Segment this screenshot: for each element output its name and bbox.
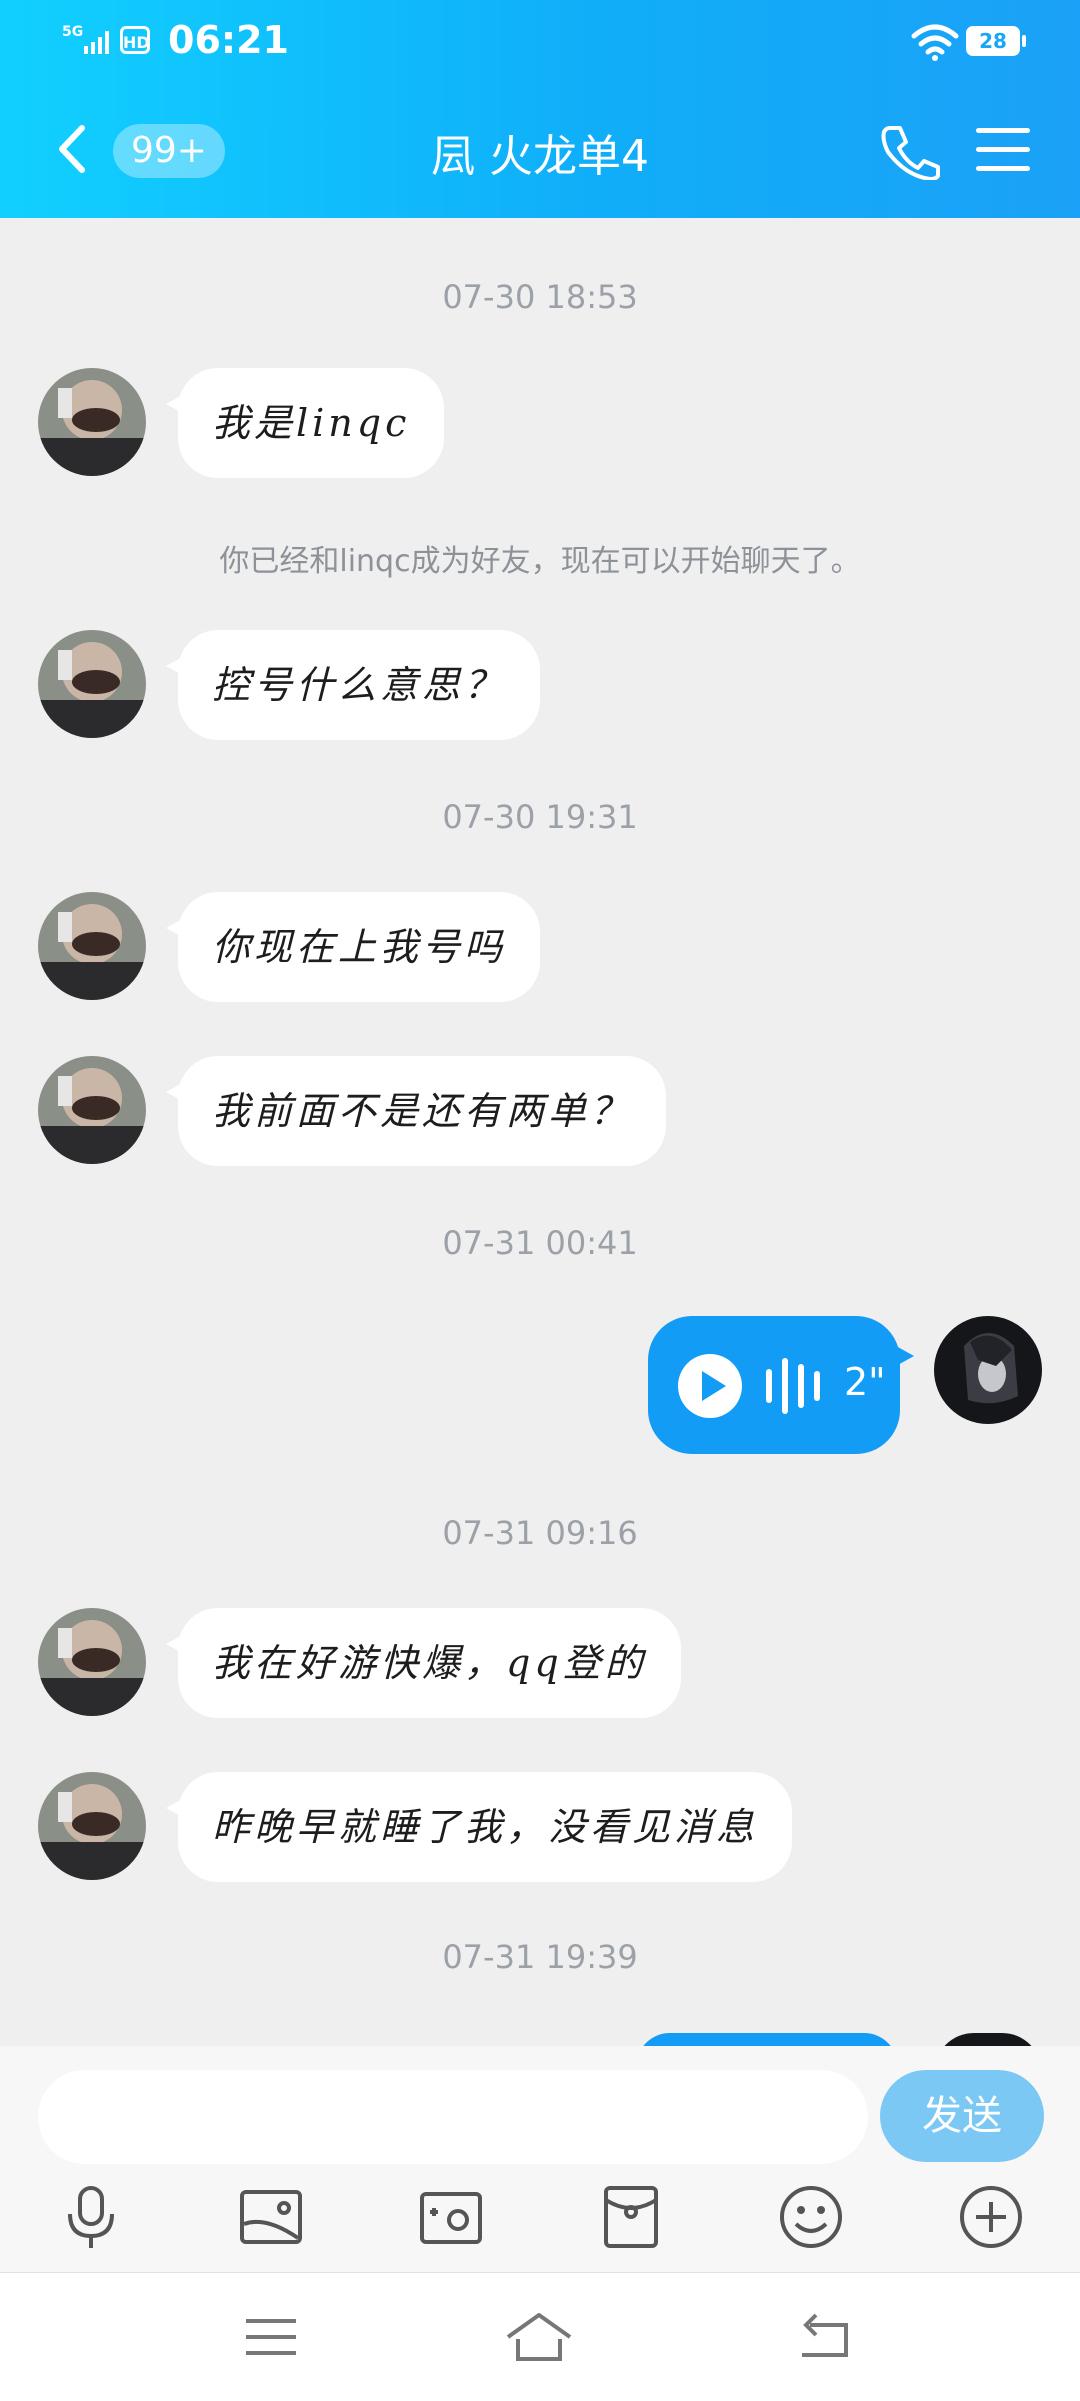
message-row: 昨晚早就睡了我，没看见消息	[0, 1772, 1080, 1884]
top-bar: 5G HD 06:21 28 99+ 凨 火龙单4	[0, 0, 1080, 218]
timestamp: 07-30 19:31	[442, 798, 638, 836]
red-packet-button[interactable]	[596, 2182, 666, 2252]
message-row: 我前面不是还有两单？	[0, 1056, 1080, 1168]
message-bubble[interactable]: 昨晚早就睡了我，没看见消息	[165, 1772, 793, 1882]
timestamp: 07-31 09:16	[442, 1514, 638, 1552]
input-bar: 发送	[0, 2046, 1080, 2272]
wifi-icon	[911, 24, 959, 61]
emoji-button[interactable]	[776, 2182, 846, 2252]
chat-message-list[interactable]: 07-30 18:53 我是linqc 你已经和linqc成为好友，现在可以开始…	[0, 218, 1080, 2048]
unread-count-badge[interactable]: 99+	[113, 124, 225, 178]
voice-message-bubble[interactable]: 2"	[648, 1316, 914, 1454]
voice-duration: 2"	[844, 1360, 886, 1404]
more-menu-icon[interactable]	[976, 128, 1030, 174]
contact-avatar[interactable]	[38, 1608, 146, 1716]
contact-avatar[interactable]	[38, 368, 146, 476]
photo-button[interactable]	[236, 2182, 306, 2252]
phone-call-icon[interactable]	[880, 124, 940, 180]
audio-wave-icon	[766, 1358, 826, 1414]
status-bar: 5G HD 06:21 28	[0, 0, 1080, 80]
contact-avatar[interactable]	[38, 1056, 146, 1164]
voice-input-button[interactable]	[56, 2182, 126, 2252]
message-row: 我是linqc	[0, 368, 1080, 480]
timestamp: 07-31 19:39	[442, 1938, 638, 1976]
message-bubble[interactable]: 我在好游快爆，qq登的	[166, 1608, 681, 1718]
timestamp: 07-30 18:53	[442, 278, 638, 316]
message-input[interactable]	[38, 2070, 868, 2164]
camera-button[interactable]	[416, 2182, 486, 2252]
self-avatar[interactable]	[934, 1316, 1042, 1424]
plus-circle-icon	[960, 2186, 1022, 2248]
send-button[interactable]: 发送	[880, 2070, 1044, 2162]
svg-text:5G: 5G	[62, 24, 83, 40]
contact-avatar[interactable]	[38, 1772, 146, 1880]
status-time: 06:21	[168, 18, 289, 62]
red-envelope-icon	[604, 2186, 658, 2248]
timestamp: 07-31 00:41	[442, 1224, 638, 1262]
back-arrow-icon[interactable]	[52, 124, 92, 174]
image-icon	[240, 2190, 302, 2244]
toolbar	[0, 2182, 1080, 2262]
microphone-icon	[68, 2186, 114, 2248]
contact-avatar[interactable]	[38, 630, 146, 738]
message-row: 我在好游快爆，qq登的	[0, 1608, 1080, 1720]
camera-icon	[420, 2192, 482, 2244]
emoji-icon	[780, 2186, 842, 2248]
recents-menu-icon[interactable]	[236, 2307, 306, 2367]
play-icon[interactable]	[678, 1354, 742, 1418]
message-bubble[interactable]: 你现在上我号吗	[165, 892, 541, 1002]
system-nav-bar	[0, 2272, 1080, 2401]
back-nav-icon[interactable]	[790, 2307, 860, 2367]
chat-title: 凨 火龙单4	[431, 131, 649, 182]
more-actions-button[interactable]	[956, 2182, 1026, 2252]
system-notice: 你已经和linqc成为好友，现在可以开始聊天了。	[219, 544, 861, 579]
cell-signal-icon: 5G	[62, 24, 109, 54]
home-icon[interactable]	[504, 2307, 574, 2367]
hd-icon: HD	[120, 26, 150, 54]
message-bubble[interactable]: 我是linqc	[165, 368, 445, 478]
message-row: 你现在上我号吗	[0, 892, 1080, 1004]
message-bubble[interactable]: 我前面不是还有两单？	[165, 1056, 667, 1166]
message-bubble[interactable]: 控号什么意思？	[165, 630, 541, 740]
battery-indicator: 28	[966, 26, 1026, 56]
message-row: 控号什么意思？	[0, 630, 1080, 742]
message-row-self: 2"	[0, 1316, 1080, 1456]
contact-avatar[interactable]	[38, 892, 146, 1000]
